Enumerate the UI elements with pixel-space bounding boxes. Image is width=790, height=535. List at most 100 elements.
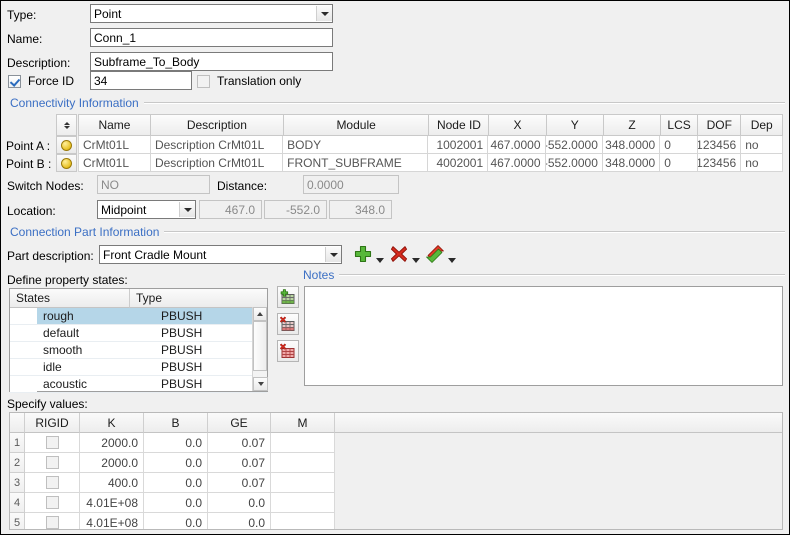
table-row[interactable]: 5 4.01E+08 0.0 0.0 [10,513,782,530]
column-header-ge[interactable]: GE [208,413,271,433]
table-row[interactable]: 3 400.0 0.0 0.07 [10,473,782,493]
add-state-button[interactable] [277,286,299,308]
column-header-states[interactable]: States [10,289,130,308]
add-part-dropdown[interactable] [376,252,384,266]
name-input[interactable]: Conn_1 [90,28,333,47]
location-x-text: 467.0 [225,203,255,217]
table-row[interactable]: CrMt01L Description CrMt01L FRONT_SUBFRA… [78,154,783,172]
edit-part-button[interactable] [425,244,445,264]
cell-z: 348.0000 [603,154,660,172]
column-header-x[interactable]: X [489,114,546,136]
rigid-checkbox[interactable] [46,476,59,489]
column-header-description[interactable]: Description [151,114,284,136]
state-type: PBUSH [155,376,267,393]
state-type: PBUSH [155,359,267,376]
rigid-checkbox-cell[interactable] [25,513,80,530]
group-divider [164,231,785,233]
sort-toggle-icon[interactable] [56,114,77,136]
states-list[interactable]: States Type rough PBUSH default PBUSH sm… [9,288,268,392]
column-header-index [10,413,25,433]
list-item[interactable]: default PBUSH [10,325,267,342]
force-id-checkbox-group[interactable]: Force ID [8,74,74,88]
rigid-checkbox[interactable] [46,496,59,509]
translation-only-checkbox[interactable] [197,75,210,88]
row-index: 2 [10,453,25,473]
location-combobox-value: Midpoint [101,203,179,217]
row-filler [335,513,782,530]
state-name: rough [37,308,155,325]
cell-m [271,473,335,493]
column-header-y[interactable]: Y [547,114,604,136]
column-header-lcs[interactable]: LCS [661,114,698,136]
force-id-checkbox[interactable] [8,75,21,88]
column-header-node-id[interactable]: Node ID [429,114,489,136]
cell-x: 467.0000 [488,154,545,172]
name-input-value: Conn_1 [94,31,136,45]
rigid-checkbox[interactable] [46,456,59,469]
list-item[interactable]: idle PBUSH [10,359,267,376]
chevron-down-icon[interactable] [325,247,341,262]
column-header-type[interactable]: Type [130,289,267,308]
list-item[interactable]: rough PBUSH [10,308,267,325]
cell-m [271,453,335,473]
cell-ge: 0.07 [208,473,271,493]
translation-only-checkbox-group[interactable]: Translation only [197,74,301,88]
list-item[interactable]: smooth PBUSH [10,342,267,359]
rigid-checkbox[interactable] [46,436,59,449]
switch-nodes-value: NO [97,175,210,194]
row-filler [335,473,782,493]
chevron-down-icon [448,258,456,263]
column-header-m[interactable]: M [271,413,335,433]
type-combobox[interactable]: Point [90,4,333,23]
column-header-module[interactable]: Module [284,114,430,136]
distance-value: 0.0000 [303,175,399,194]
chevron-down-icon[interactable] [179,202,195,217]
delete-part-button[interactable] [389,244,409,264]
table-row[interactable]: 1 2000.0 0.0 0.07 [10,433,782,453]
rigid-checkbox-cell[interactable] [25,453,80,473]
delete-all-states-button[interactable] [277,340,299,362]
location-x-value: 467.0 [199,200,262,219]
chevron-down-icon[interactable] [316,6,332,21]
location-combobox[interactable]: Midpoint [97,200,196,219]
cell-b: 0.0 [144,473,208,493]
table-row[interactable]: 2 2000.0 0.0 0.07 [10,453,782,473]
column-header-dep[interactable]: Dep [741,114,783,136]
column-header-b[interactable]: B [144,413,208,433]
column-header-dof[interactable]: DOF [698,114,741,136]
rigid-checkbox-cell[interactable] [25,433,80,453]
edit-part-dropdown[interactable] [448,252,456,266]
cell-k: 2000.0 [80,453,144,473]
table-row[interactable]: 4 4.01E+08 0.0 0.0 [10,493,782,513]
row-gutter [10,376,37,393]
force-id-input[interactable]: 34 [90,71,192,90]
values-table[interactable]: RIGID K B GE M 1 2000.0 0.0 0.07 2 2000.… [9,412,783,530]
add-part-button[interactable] [353,244,373,264]
description-input[interactable]: Subframe_To_Body [90,52,333,71]
column-header-z[interactable]: Z [604,114,661,136]
scrollbar-thumb[interactable] [253,321,267,371]
table-row[interactable]: CrMt01L Description CrMt01L BODY 1002001… [78,136,783,154]
row-index: 4 [10,493,25,513]
rigid-checkbox-cell[interactable] [25,493,80,513]
point-b-status-icon[interactable] [56,154,77,172]
state-name: smooth [37,342,155,359]
cell-m [271,513,335,530]
column-header-k[interactable]: K [80,413,144,433]
column-header-name[interactable]: Name [78,114,151,136]
scroll-down-arrow-icon[interactable] [253,377,268,391]
scroll-up-arrow-icon[interactable] [253,307,267,321]
list-item[interactable]: acoustic PBUSH [10,376,267,393]
cell-m [271,493,335,513]
rigid-checkbox[interactable] [46,516,59,529]
notes-textarea[interactable] [304,286,783,386]
part-description-combobox[interactable]: Front Cradle Mount [99,245,342,264]
delete-part-dropdown[interactable] [412,252,420,266]
point-a-status-icon[interactable] [56,136,77,154]
cell-ge: 0.0 [208,513,271,530]
delete-state-button[interactable] [277,313,299,335]
rigid-checkbox-cell[interactable] [25,473,80,493]
states-scrollbar[interactable] [252,307,267,391]
row-index: 3 [10,473,25,493]
column-header-rigid[interactable]: RIGID [25,413,80,433]
